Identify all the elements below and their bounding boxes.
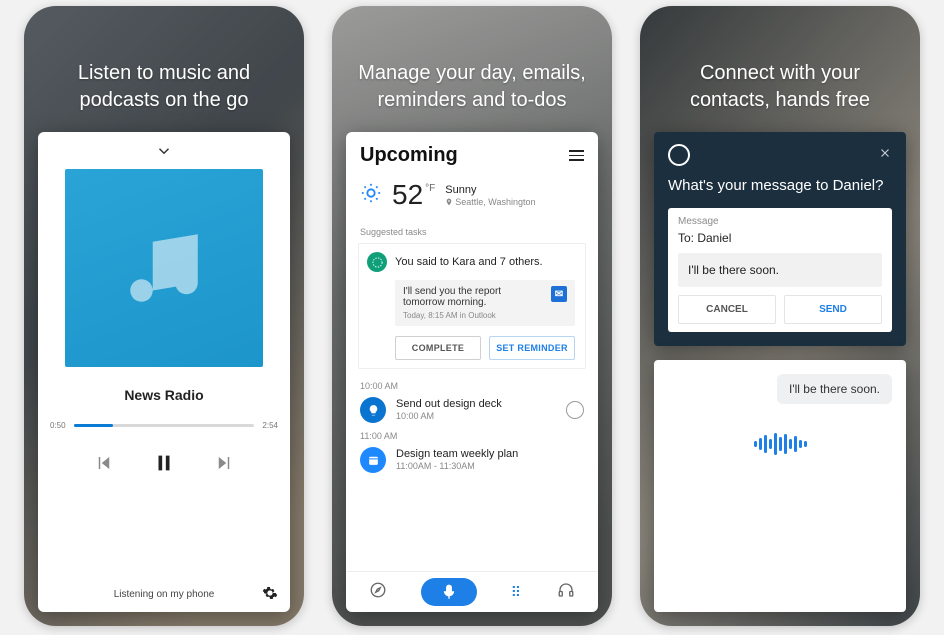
device-text: Listening on my phone — [114, 589, 215, 600]
time-heading-10: 10:00 AM — [346, 377, 598, 393]
compass-icon — [369, 581, 387, 599]
suggested-heading: Suggested tasks — [346, 223, 598, 239]
progress-row: 0:50 2:54 — [50, 421, 278, 430]
album-art[interactable] — [65, 169, 263, 367]
temp-unit: °F — [425, 183, 435, 194]
upcoming-card: Upcoming 52 °F Sunny Seattle, Washington… — [346, 132, 598, 612]
more-tab[interactable]: ⠿ — [511, 584, 523, 601]
bulb-icon — [360, 397, 386, 423]
prompt-text: What's your message to Daniel? — [668, 176, 892, 196]
pause-icon — [153, 452, 175, 474]
headphones-icon — [557, 581, 575, 599]
event-title: Send out design deck — [396, 398, 502, 411]
task-actions: COMPLETE SET REMINDER — [395, 336, 575, 360]
task-status-icon — [367, 252, 387, 272]
menu-button[interactable] — [569, 150, 584, 161]
event-row-2[interactable]: Design team weekly plan 11:00AM - 11:30A… — [346, 443, 598, 477]
track-title: News Radio — [50, 387, 278, 403]
progress-bar[interactable] — [74, 424, 255, 427]
outlook-icon: ✉ — [551, 286, 567, 302]
event-text: Send out design deck 10:00 AM — [396, 398, 502, 422]
cancel-button[interactable]: CANCEL — [678, 295, 776, 324]
event-subtime: 10:00 AM — [396, 411, 502, 422]
progress-fill — [74, 424, 114, 427]
overlay: Listen to music and podcasts on the go N… — [24, 6, 304, 626]
music-footer: Listening on my phone — [50, 589, 278, 600]
task-summary: You said to Kara and 7 others. — [395, 256, 543, 268]
send-button[interactable]: SEND — [784, 295, 882, 324]
user-utterance: I'll be there soon. — [777, 374, 892, 404]
next-button[interactable] — [215, 454, 233, 477]
quote-text: I'll send you the report tomorrow mornin… — [403, 286, 543, 308]
gear-icon — [262, 585, 278, 601]
hero-text: Listen to music and podcasts on the go — [50, 60, 278, 114]
devices-tab[interactable] — [557, 581, 575, 604]
to-line: To: Daniel — [678, 231, 882, 245]
set-reminder-button[interactable]: SET REMINDER — [489, 336, 575, 360]
temperature: 52 °F — [392, 179, 435, 211]
draft-text[interactable]: I'll be there soon. — [678, 253, 882, 287]
complete-ring[interactable] — [566, 401, 584, 419]
compose-actions: CANCEL SEND — [678, 295, 882, 324]
condition: Sunny — [445, 183, 535, 197]
mic-button[interactable] — [421, 578, 477, 606]
event-title: Design team weekly plan — [396, 448, 518, 461]
time-total: 2:54 — [262, 421, 278, 430]
quote-meta: Today, 8:15 AM in Outlook — [403, 311, 543, 320]
calendar-icon — [360, 447, 386, 473]
pause-button[interactable] — [153, 452, 175, 479]
event-row-1[interactable]: Send out design deck 10:00 AM — [346, 393, 598, 427]
playback-controls — [50, 452, 278, 479]
page-title: Upcoming — [360, 144, 458, 167]
phone-music: Listen to music and podcasts on the go N… — [24, 6, 304, 626]
bottom-tabbar: ⠿ — [346, 571, 598, 612]
overlay: Connect with your contacts, hands free W… — [640, 6, 920, 626]
cortana-panel: What's your message to Daniel? Message T… — [654, 132, 906, 346]
message-label: Message — [678, 216, 882, 227]
settings-button[interactable] — [262, 585, 278, 604]
weather-row[interactable]: 52 °F Sunny Seattle, Washington — [346, 175, 598, 223]
mic-icon — [440, 583, 458, 601]
time-heading-11: 11:00 AM — [346, 427, 598, 443]
task-header: You said to Kara and 7 others. — [367, 252, 575, 272]
voice-waveform-icon[interactable] — [754, 432, 807, 456]
close-icon — [878, 146, 892, 160]
hero-text: Manage your day, emails, reminders and t… — [358, 60, 586, 114]
pin-icon — [445, 198, 453, 206]
panel-header — [668, 144, 892, 166]
music-card: News Radio 0:50 2:54 Listening on my pho… — [38, 132, 290, 612]
hero-text: Connect with your contacts, hands free — [666, 60, 894, 114]
phone-upcoming: Manage your day, emails, reminders and t… — [332, 6, 612, 626]
collapse-chevron[interactable] — [50, 142, 278, 163]
temp-value: 52 — [392, 179, 423, 211]
chevron-down-icon — [155, 142, 173, 160]
sun-icon — [360, 182, 382, 209]
location-text: Seattle, Washington — [455, 197, 535, 207]
event-text: Design team weekly plan 11:00AM - 11:30A… — [396, 448, 518, 472]
overlay: Manage your day, emails, reminders and t… — [332, 6, 612, 626]
chat-area: I'll be there soon. — [654, 360, 906, 613]
music-note-icon — [119, 223, 209, 313]
time-current: 0:50 — [50, 421, 66, 430]
compass-tab[interactable] — [369, 581, 387, 604]
weather-text: Sunny Seattle, Washington — [445, 183, 535, 207]
cortana-icon — [668, 144, 690, 166]
skip-forward-icon — [215, 454, 233, 472]
close-button[interactable] — [878, 146, 892, 165]
header-row: Upcoming — [346, 144, 598, 175]
location-row: Seattle, Washington — [445, 197, 535, 207]
email-quote: I'll send you the report tomorrow mornin… — [395, 280, 575, 326]
previous-button[interactable] — [95, 454, 113, 477]
phone-cortana: Connect with your contacts, hands free W… — [640, 6, 920, 626]
complete-button[interactable]: COMPLETE — [395, 336, 481, 360]
event-subtime: 11:00AM - 11:30AM — [396, 461, 518, 472]
suggested-task-card[interactable]: You said to Kara and 7 others. I'll send… — [358, 243, 586, 369]
message-compose-card: Message To: Daniel I'll be there soon. C… — [668, 208, 892, 332]
skip-back-icon — [95, 454, 113, 472]
